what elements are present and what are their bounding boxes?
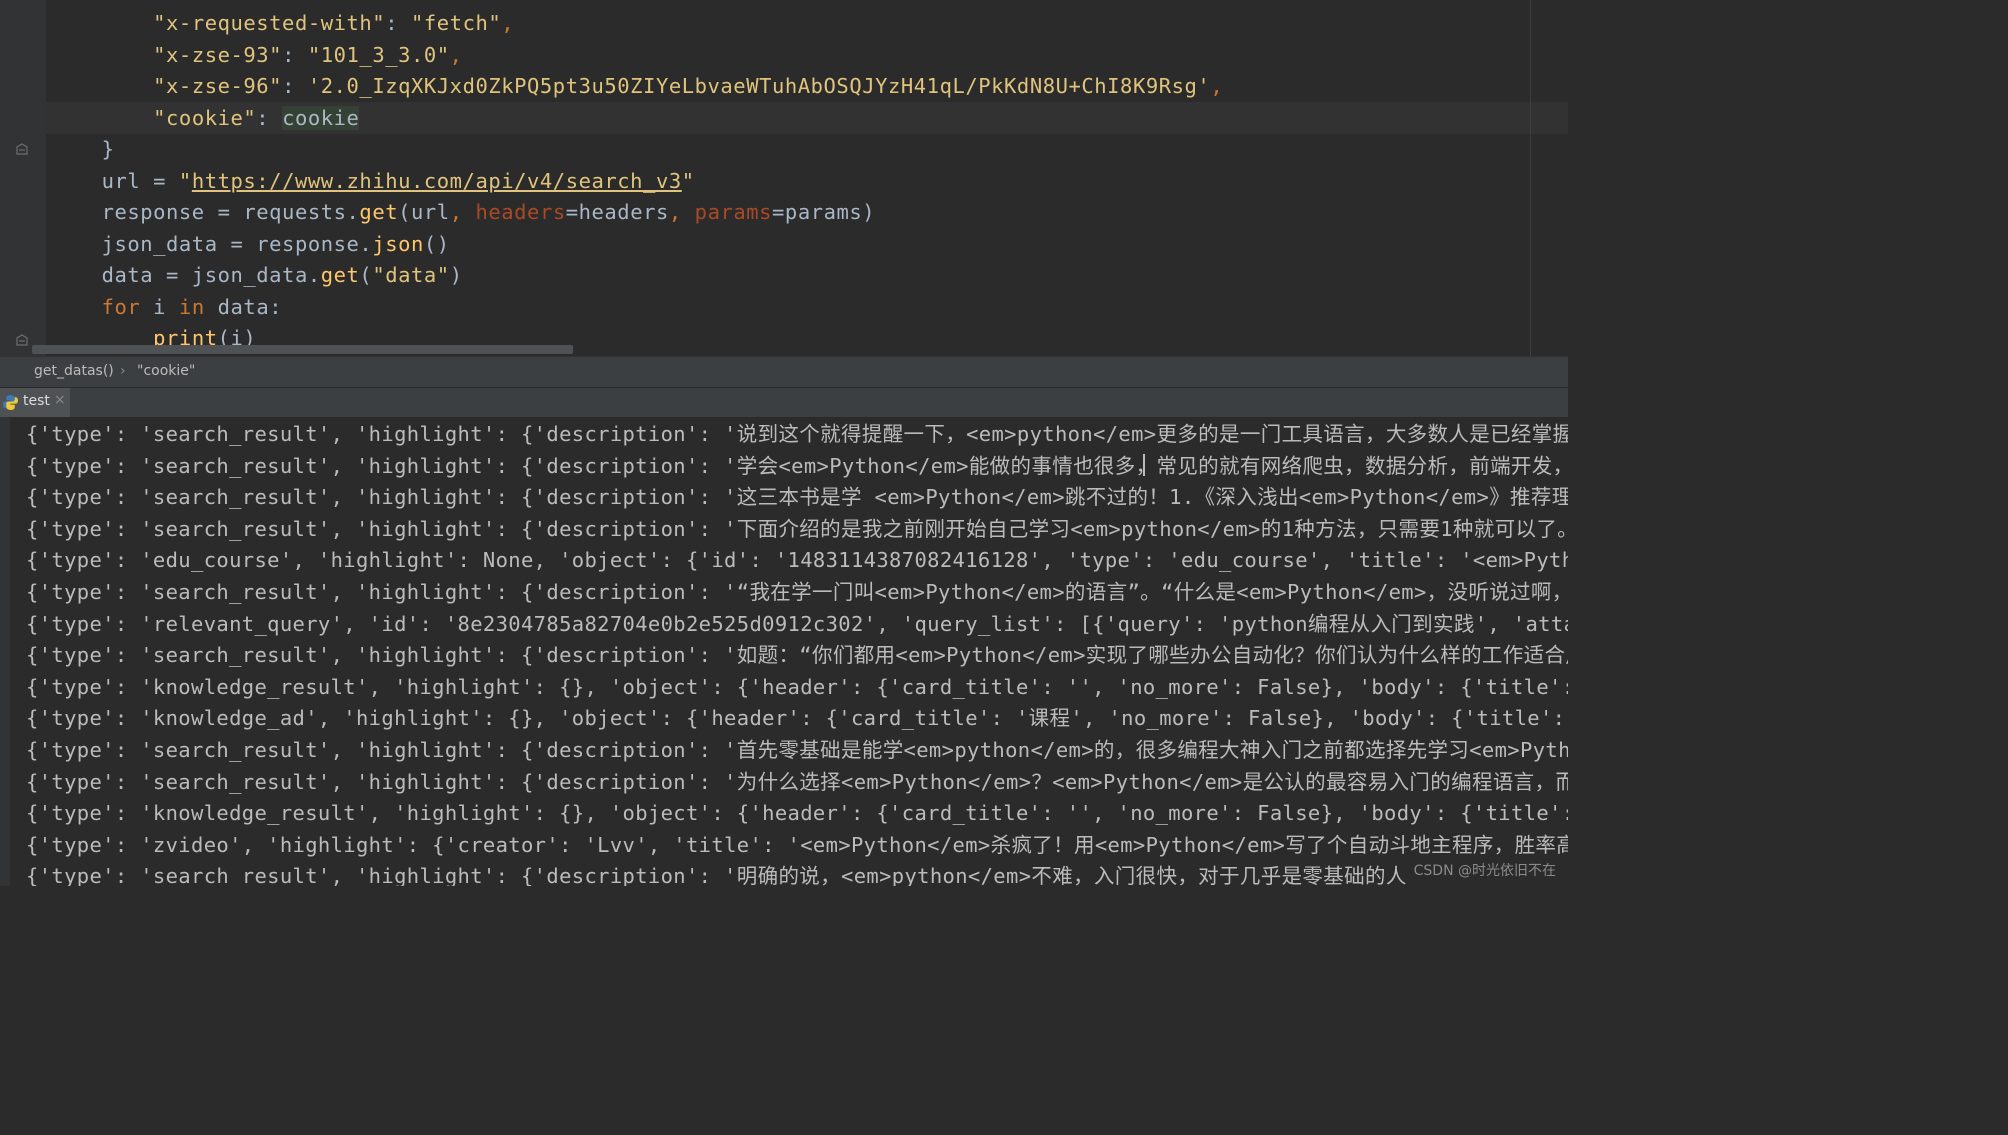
console-line: {'type': 'knowledge_result', 'highlight'… [26, 801, 1568, 826]
breadcrumb: get_datas() › "cookie" [0, 356, 1568, 388]
watermark: CSDN @时光依旧不在 [1413, 863, 1556, 879]
code-token: =headers [565, 200, 669, 224]
fold-marker-icon[interactable] [16, 143, 28, 155]
code-token: , [668, 200, 695, 224]
breadcrumb-item[interactable]: "cookie" [137, 363, 195, 379]
breadcrumb-separator: › [120, 363, 126, 379]
code-token: (url [398, 200, 450, 224]
code-line[interactable]: for i in data: [50, 291, 282, 323]
code-token: () [423, 231, 450, 256]
run-tab-bar: test × [0, 387, 1568, 418]
console-line: {'type': 'search_result', 'highlight': {… [26, 485, 1568, 510]
code-editor[interactable]: "x-requested-with": "fetch", "x-zse-93":… [0, 0, 1568, 356]
console-line: {'type': 'edu_course', 'highlight': None… [26, 548, 1568, 573]
code-line[interactable]: url = "https://www.zhihu.com/api/v4/sear… [50, 165, 695, 197]
code-token: https://www.zhihu.com/api/v4/search_v3 [191, 168, 682, 193]
console-line: {'type': 'search_result', 'highlight': {… [26, 769, 1568, 794]
python-icon [3, 395, 18, 410]
code-token: "101_3_3.0" [307, 42, 450, 67]
code-line[interactable]: response = requests.get(url, headers=hea… [50, 196, 875, 228]
code-token: params [694, 200, 773, 224]
editor-gutter [0, 0, 46, 356]
text-caret [1143, 454, 1145, 476]
code-token: data = json_data. [50, 263, 321, 287]
code-line[interactable]: "x-zse-96": '2.0_IzqXKJxd0ZkPQ5pt3u50ZIY… [50, 70, 1223, 102]
breadcrumb-function[interactable]: get_datas() [34, 363, 114, 379]
code-token: '2.0_IzqXKJxd0ZkPQ5pt3u50ZIYeLbvaeWTuhAb… [307, 74, 1211, 98]
console-line: {'type': 'knowledge_result', 'highlight'… [26, 674, 1568, 699]
code-token: ) [449, 263, 463, 287]
code-token: : [256, 105, 283, 130]
console-line: {'type': 'search_result', 'highlight': {… [26, 738, 1568, 762]
console-line: {'type': 'search_result', 'highlight': {… [26, 864, 1407, 886]
code-token: cookie [282, 105, 360, 130]
console-line: {'type': 'relevant_query', 'id': '8e2304… [26, 611, 1568, 636]
code-line[interactable]: "x-zse-93": "101_3_3.0", [50, 39, 463, 71]
code-token: for [101, 294, 141, 319]
code-line[interactable]: } [50, 133, 114, 165]
code-token: , [501, 11, 515, 35]
code-token: get [320, 263, 360, 287]
code-line[interactable]: json_data = response.json() [50, 228, 450, 260]
code-token: : [385, 11, 411, 35]
console-line: {'type': 'search_result', 'highlight': {… [26, 422, 1568, 446]
code-token: "x-zse-96" [153, 74, 283, 98]
code-token: json_data = response. [50, 231, 373, 256]
close-icon[interactable]: × [54, 392, 66, 408]
code-token: ( [359, 263, 373, 287]
run-console[interactable]: {'type': 'search_result', 'highlight': {… [0, 417, 1568, 886]
console-line: {'type': 'search_result', 'highlight': {… [26, 453, 1568, 478]
code-token: in [178, 294, 205, 319]
code-token: : [282, 42, 308, 67]
code-token: url = [50, 168, 179, 193]
code-token: "x-requested-with" [153, 11, 386, 35]
code-token: "data" [372, 263, 450, 287]
console-line: {'type': 'search_result', 'highlight': {… [26, 580, 1568, 604]
code-token: " [178, 168, 192, 193]
code-token: data: [204, 294, 283, 319]
code-token: "cookie" [153, 105, 257, 130]
code-token: , [449, 200, 476, 224]
code-token: get [359, 200, 399, 224]
console-line: {'type': 'knowledge_ad', 'highlight': {}… [26, 706, 1568, 731]
run-tab-test[interactable]: test × [0, 388, 70, 417]
code-token: : [282, 74, 308, 98]
code-line[interactable]: data = json_data.get("data") [50, 259, 463, 291]
code-token: , [1210, 74, 1224, 98]
console-line: {'type': 'search_result', 'highlight': {… [26, 643, 1568, 668]
console-line: {'type': 'zvideo', 'highlight': {'creato… [26, 832, 1568, 857]
code-token: "fetch" [411, 11, 502, 35]
console-line: {'type': 'search_result', 'highlight': {… [26, 516, 1568, 541]
code-token: " [681, 168, 695, 193]
horizontal-scrollbar-thumb[interactable] [32, 345, 573, 354]
run-tab-label: test [23, 393, 50, 409]
code-token: json [372, 231, 424, 256]
code-token: headers [475, 200, 566, 224]
code-token: i [140, 294, 179, 319]
code-token: response = requests. [50, 200, 360, 224]
code-token: } [50, 137, 115, 161]
fold-marker-icon[interactable] [16, 334, 28, 346]
code-token: , [449, 42, 463, 67]
code-token: "x-zse-93" [153, 42, 283, 67]
code-line[interactable]: "x-requested-with": "fetch", [50, 7, 514, 39]
code-line[interactable]: "cookie": cookie [50, 102, 360, 134]
right-margin-guide [1530, 0, 1531, 356]
console-gutter [0, 417, 10, 886]
code-token: =params) [772, 200, 876, 224]
